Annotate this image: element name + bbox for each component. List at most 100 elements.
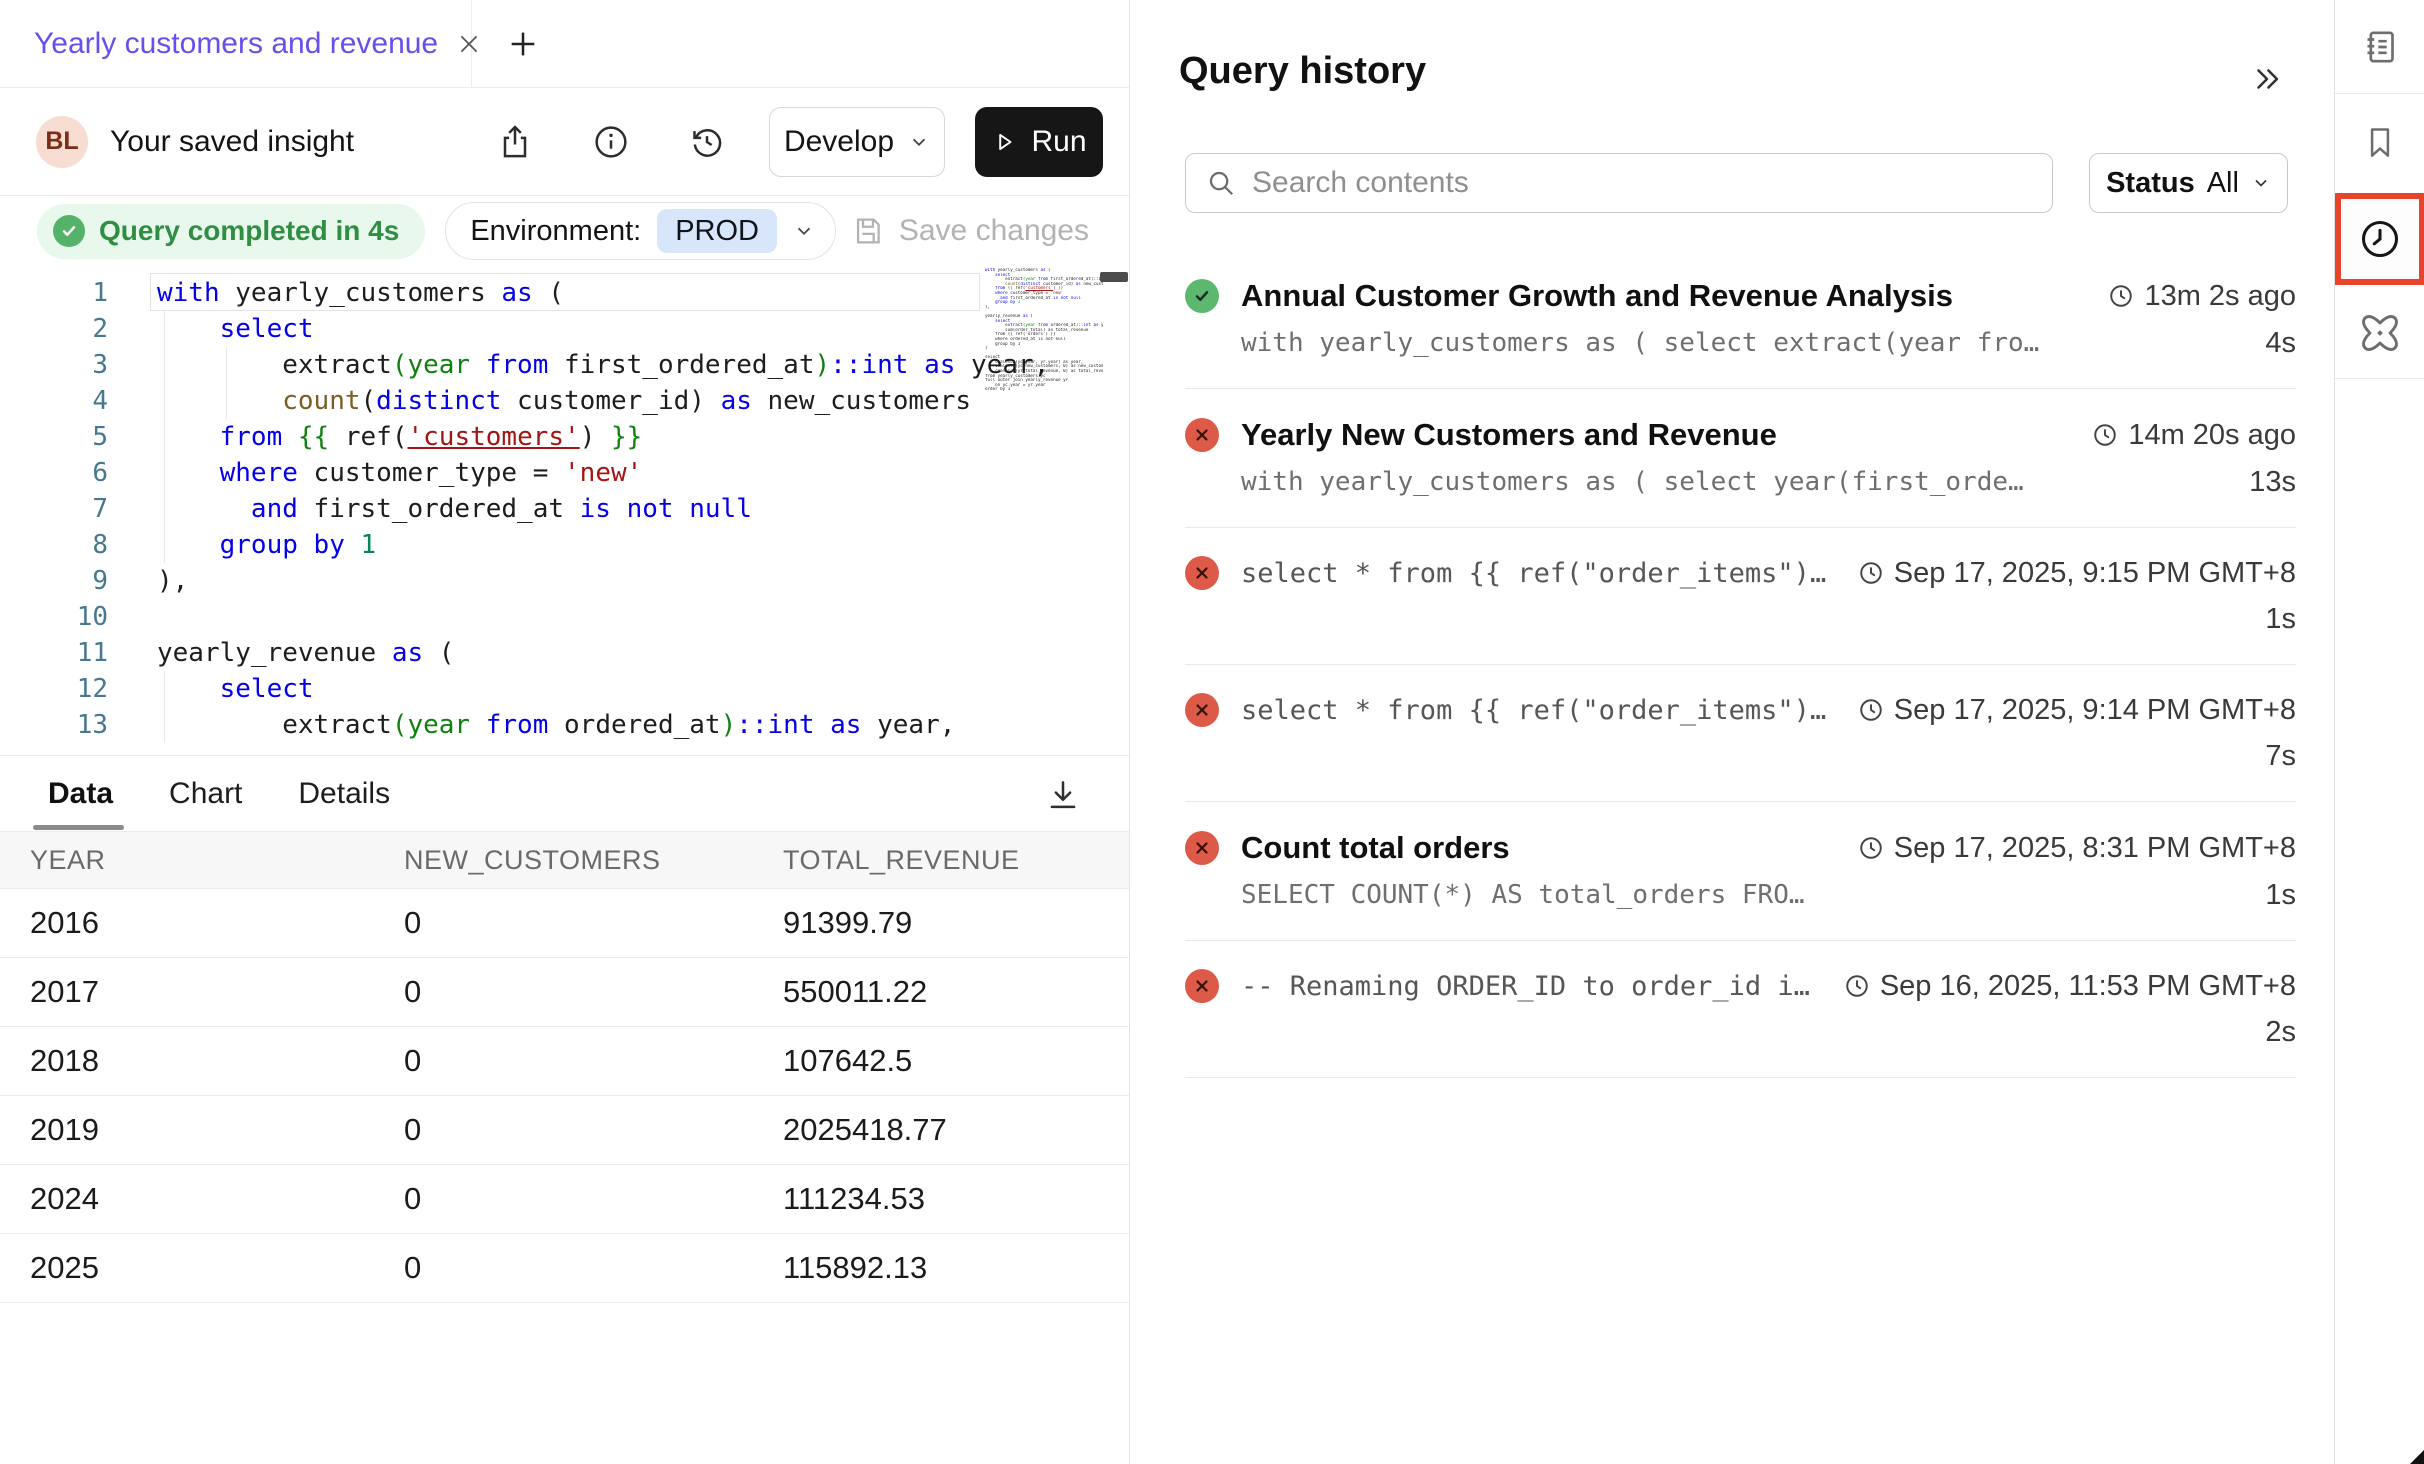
tab-yearly-customers-and-revenue[interactable]: Yearly customers and revenue xyxy=(0,0,472,87)
status-bar: Query completed in 4s Environment: PROD … xyxy=(0,196,1129,266)
version-history-icon[interactable] xyxy=(687,122,727,162)
history-item[interactable]: Count total orders Sep 17, 2025, 8:31 PM… xyxy=(1185,802,2296,941)
clock-icon xyxy=(1858,560,1884,586)
history-item-snippet: with yearly_customers as ( select extrac… xyxy=(1241,328,2265,358)
table-cell: 2025 xyxy=(30,1250,404,1286)
table-cell: 111234.53 xyxy=(783,1181,1129,1217)
table-cell: 0 xyxy=(404,1181,783,1217)
history-item-snippet: SELECT COUNT(*) AS total_orders FRO… xyxy=(1241,880,2265,910)
results-table-body: 2016091399.7920170550011.2220180107642.5… xyxy=(0,889,1129,1303)
develop-button[interactable]: Develop xyxy=(769,107,945,177)
status-icon xyxy=(1185,969,1219,1003)
right-icon-rail xyxy=(2334,0,2424,1464)
history-item[interactable]: Yearly New Customers and Revenue 14m 20s… xyxy=(1185,389,2296,528)
develop-button-label: Develop xyxy=(784,125,894,159)
table-cell: 550011.22 xyxy=(783,974,1129,1010)
insight-title: Your saved insight xyxy=(110,125,354,159)
table-cell: 0 xyxy=(404,974,783,1010)
history-item-time: 14m 20s ago xyxy=(2128,419,2296,452)
share-icon[interactable] xyxy=(495,122,535,162)
close-tab-icon[interactable] xyxy=(456,31,482,57)
query-status-text: Query completed in 4s xyxy=(99,215,399,247)
chevron-down-icon xyxy=(2251,173,2271,193)
history-item[interactable]: -- Renaming ORDER_ID to order_id i… Sep … xyxy=(1185,941,2296,1078)
table-row: 2016091399.79 xyxy=(0,889,1129,958)
new-tab-button[interactable] xyxy=(506,27,540,61)
resize-corner xyxy=(2410,1450,2424,1464)
status-filter-dropdown[interactable]: Status All xyxy=(2089,153,2288,213)
status-filter-value: All xyxy=(2207,167,2239,200)
save-changes-button[interactable]: Save changes xyxy=(851,214,1089,248)
table-cell: 2017 xyxy=(30,974,404,1010)
bookmark-icon[interactable] xyxy=(2335,123,2424,163)
dbt-lineage-icon[interactable] xyxy=(2335,311,2424,355)
status-icon xyxy=(1185,418,1219,452)
history-item-time: Sep 17, 2025, 9:14 PM GMT+8 xyxy=(1894,694,2296,727)
history-item[interactable]: Annual Customer Growth and Revenue Analy… xyxy=(1185,250,2296,389)
environment-value-badge: PROD xyxy=(657,209,777,253)
history-item[interactable]: select * from {{ ref("order_items")… Sep… xyxy=(1185,665,2296,802)
environment-selector[interactable]: Environment: PROD xyxy=(445,202,836,260)
table-cell: 2018 xyxy=(30,1043,404,1079)
play-icon xyxy=(991,129,1017,155)
tab-data[interactable]: Data xyxy=(48,777,113,811)
code-lines: 1with yearly_customers as (2 select3 ext… xyxy=(0,275,1129,743)
tab-chart[interactable]: Chart xyxy=(169,777,242,811)
run-button[interactable]: Run xyxy=(975,107,1103,177)
query-history-icon-active[interactable] xyxy=(2335,193,2424,285)
table-cell: 115892.13 xyxy=(783,1250,1129,1286)
history-item-duration: 2s xyxy=(2265,1016,2296,1049)
editor-scrollbar-thumb[interactable] xyxy=(1100,272,1128,282)
results-table-header: YEAR NEW_CUSTOMERS TOTAL_REVENUE xyxy=(0,831,1129,889)
status-icon xyxy=(1185,279,1219,313)
save-icon xyxy=(851,214,885,248)
status-icon xyxy=(1185,556,1219,590)
rail-divider xyxy=(2335,93,2424,94)
history-item-time: Sep 16, 2025, 11:53 PM GMT+8 xyxy=(1880,970,2296,1003)
table-row: 20250115892.13 xyxy=(0,1234,1129,1303)
clock-icon xyxy=(2092,422,2118,448)
avatar: BL xyxy=(36,116,88,168)
tab-title: Yearly customers and revenue xyxy=(34,27,438,61)
history-item-title: Count total orders xyxy=(1241,830,1838,866)
download-icon[interactable] xyxy=(1044,776,1082,814)
results-section: Data Chart Details YEAR NEW_CUSTOMERS TO… xyxy=(0,755,1129,1464)
history-item-title: -- Renaming ORDER_ID to order_id i… xyxy=(1241,971,1824,1002)
table-cell: 91399.79 xyxy=(783,905,1129,941)
history-item[interactable]: select * from {{ ref("order_items")… Sep… xyxy=(1185,528,2296,665)
table-cell: 107642.5 xyxy=(783,1043,1129,1079)
search-icon xyxy=(1206,168,1236,198)
column-header-total-revenue: TOTAL_REVENUE xyxy=(783,845,1129,876)
history-item-duration: 7s xyxy=(2265,740,2296,773)
chevron-down-icon xyxy=(908,131,930,153)
history-item-time: Sep 17, 2025, 8:31 PM GMT+8 xyxy=(1894,832,2296,865)
search-box xyxy=(1185,153,2053,213)
tab-details[interactable]: Details xyxy=(298,777,390,811)
run-button-label: Run xyxy=(1031,125,1086,159)
history-list: Annual Customer Growth and Revenue Analy… xyxy=(1185,250,2296,1078)
column-header-new-customers: NEW_CUSTOMERS xyxy=(404,845,783,876)
app-window: Yearly customers and revenue BL Your sav… xyxy=(0,0,2424,1464)
collapse-panel-icon[interactable] xyxy=(2250,62,2284,96)
table-cell: 2025418.77 xyxy=(783,1112,1129,1148)
sql-code-editor[interactable]: 1with yearly_customers as (2 select3 ext… xyxy=(0,266,1129,755)
history-item-duration: 1s xyxy=(2265,603,2296,636)
editor-panel: Yearly customers and revenue BL Your sav… xyxy=(0,0,1130,1464)
table-row: 20240111234.53 xyxy=(0,1165,1129,1234)
insight-toolbar: BL Your saved insight Develop Run xyxy=(0,88,1129,196)
panel-title: Query history xyxy=(1179,50,1426,93)
tab-bar: Yearly customers and revenue xyxy=(0,0,1129,88)
check-circle-icon xyxy=(53,215,85,247)
notebook-icon[interactable] xyxy=(2335,27,2424,67)
editor-minimap[interactable]: with yearly_customers as ( select extrac… xyxy=(985,268,1103,448)
table-row: 20170550011.22 xyxy=(0,958,1129,1027)
history-item-time: 13m 2s ago xyxy=(2144,280,2296,313)
table-row: 20180107642.5 xyxy=(0,1027,1129,1096)
clock-icon xyxy=(2108,283,2134,309)
info-icon[interactable] xyxy=(591,122,631,162)
search-input[interactable] xyxy=(1252,166,2032,200)
environment-label: Environment: xyxy=(470,215,641,248)
query-status-pill: Query completed in 4s xyxy=(37,204,425,259)
clock-icon xyxy=(1858,835,1884,861)
history-item-duration: 13s xyxy=(2249,466,2296,499)
